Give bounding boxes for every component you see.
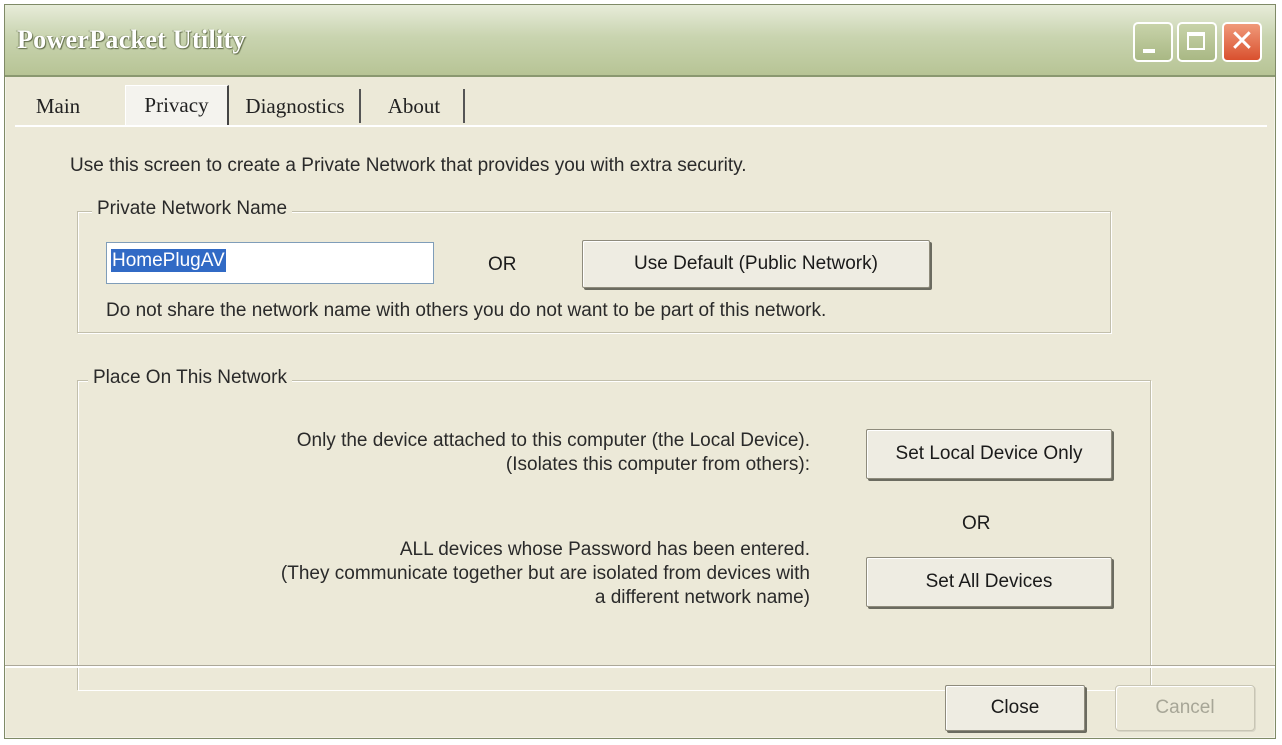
private-network-name-group: Private Network Name HomePlugAV OR Use D… xyxy=(77,198,1111,333)
close-window-button[interactable]: ✕ xyxy=(1222,22,1262,62)
minimize-button[interactable] xyxy=(1133,22,1173,62)
window-title: PowerPacket Utility xyxy=(17,25,246,54)
tab-main[interactable]: Main xyxy=(17,89,99,123)
place-on-network-group: Place On This Network Only the device at… xyxy=(77,367,1151,690)
all-description-line: (They communicate together but are isola… xyxy=(280,563,810,584)
maximize-button[interactable] xyxy=(1177,22,1217,62)
set-local-device-only-button[interactable]: Set Local Device Only xyxy=(866,429,1112,479)
all-devices-description: ALL devices whose Password has been ente… xyxy=(281,538,810,610)
all-description-line: a different network name) xyxy=(594,587,810,608)
privacy-panel: Use this screen to create a Private Netw… xyxy=(15,125,1267,690)
or-label: OR xyxy=(488,254,517,275)
tab-diagnostics[interactable]: Diagnostics xyxy=(231,89,361,123)
all-description-line: ALL devices whose Password has been ente… xyxy=(399,539,810,560)
set-all-devices-button[interactable]: Set All Devices xyxy=(866,557,1112,607)
tab-about[interactable]: About xyxy=(365,89,465,123)
title-bar[interactable]: PowerPacket Utility ✕ xyxy=(5,5,1275,77)
local-device-description: Only the device attached to this compute… xyxy=(297,429,810,477)
footer-divider xyxy=(5,665,1275,668)
network-name-input[interactable]: HomePlugAV xyxy=(106,242,434,284)
close-icon: ✕ xyxy=(1229,24,1255,59)
close-button[interactable]: Close xyxy=(945,685,1085,731)
group-legend: Place On This Network xyxy=(88,367,292,389)
or-label: OR xyxy=(962,513,991,534)
dialog-window: PowerPacket Utility ✕ Main Privacy Diagn… xyxy=(4,4,1276,739)
intro-text: Use this screen to create a Private Netw… xyxy=(70,155,747,176)
local-description-line: Only the device attached to this compute… xyxy=(296,430,810,451)
cancel-button[interactable]: Cancel xyxy=(1115,685,1255,731)
group-legend: Private Network Name xyxy=(92,198,293,220)
local-description-line: (Isolates this computer from others): xyxy=(505,454,810,475)
tab-privacy[interactable]: Privacy xyxy=(125,85,229,125)
use-default-button[interactable]: Use Default (Public Network) xyxy=(582,240,930,288)
share-warning-text: Do not share the network name with other… xyxy=(106,300,827,321)
network-name-value: HomePlugAV xyxy=(111,249,226,272)
